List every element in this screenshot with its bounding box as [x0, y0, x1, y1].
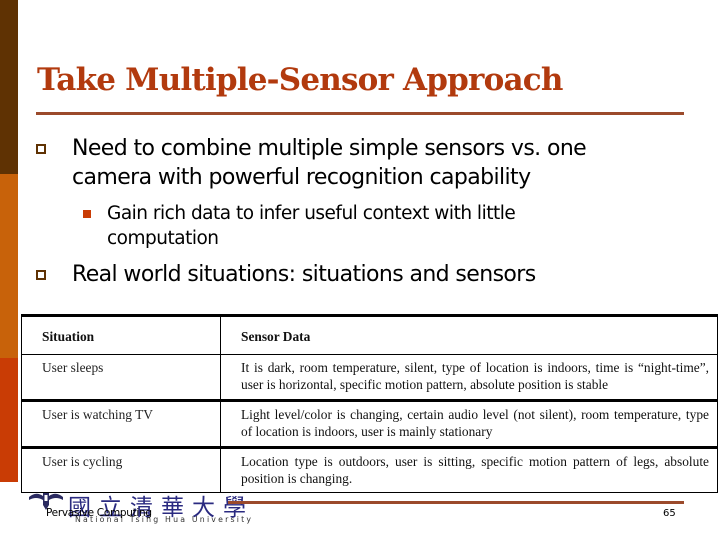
sidebar-accent-bottom — [0, 358, 18, 482]
column-header-sensor-data: Sensor Data — [220, 314, 718, 355]
course-name: Pervasive Computing — [46, 507, 152, 519]
table-row: User sleeps It is dark, room temperature… — [21, 354, 718, 402]
sensor-data-cell: It is dark, room temperature, silent, ty… — [220, 354, 718, 402]
hollow-square-bullet-icon — [36, 144, 46, 154]
table-row: User is watching TV Light level/color is… — [21, 400, 718, 449]
sub-bullet-text-line: Gain rich data to infer useful context w… — [107, 203, 516, 224]
table-header-row: Situation Sensor Data — [21, 314, 718, 355]
situations-table: Situation Sensor Data User sleeps It is … — [21, 314, 718, 493]
title-underline — [36, 112, 684, 115]
sensor-data-cell: Light level/color is changing, certain a… — [220, 400, 718, 449]
sub-bullet-text-line: computation — [107, 228, 219, 249]
hollow-square-bullet-icon — [36, 270, 46, 280]
page-number: 65 — [663, 508, 676, 519]
column-header-situation: Situation — [21, 314, 221, 355]
table-row: User is cycling Location type is outdoor… — [21, 447, 718, 493]
situation-cell: User sleeps — [21, 354, 221, 402]
bullet-text-line: camera with powerful recognition capabil… — [72, 165, 531, 190]
sidebar-accent-top — [0, 0, 18, 174]
sidebar-accent-middle — [0, 174, 18, 358]
bullet-text-line: Need to combine multiple simple sensors … — [72, 136, 587, 161]
sensor-data-cell: Location type is outdoors, user is sitti… — [220, 447, 718, 493]
situation-cell: User is cycling — [21, 447, 221, 493]
filled-square-bullet-icon — [83, 210, 91, 218]
slide-title: Take Multiple-Sensor Approach — [37, 62, 563, 98]
footer-rule — [228, 501, 684, 504]
situation-cell: User is watching TV — [21, 400, 221, 449]
bullet-text-line: Real world situations: situations and se… — [72, 262, 536, 287]
